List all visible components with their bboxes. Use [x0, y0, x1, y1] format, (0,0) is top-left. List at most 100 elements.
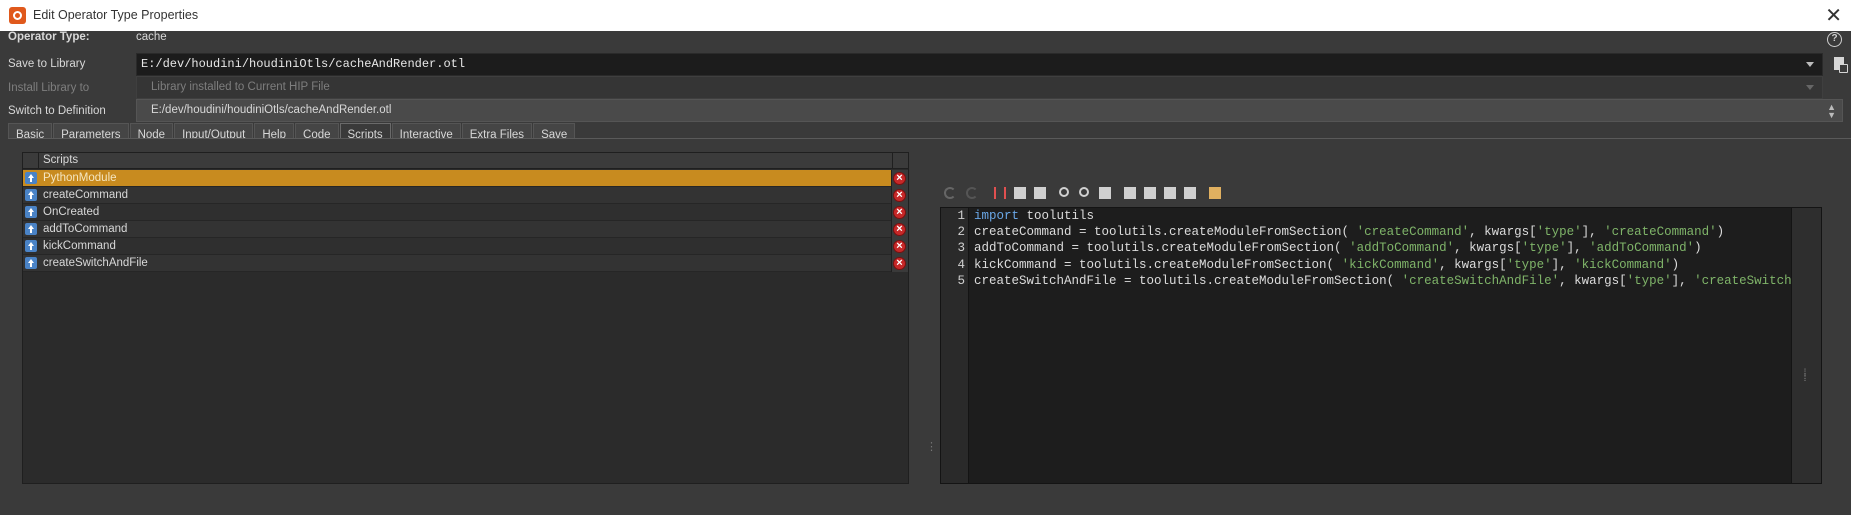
switch-definition-value: E:/dev/houdini/houdiniOtls/cacheAndRende…: [151, 104, 392, 116]
up-arrow-icon: [25, 189, 37, 201]
find-replace-icon[interactable]: [1075, 183, 1095, 203]
line-number: 3: [957, 241, 965, 256]
code-text: , kwargs[: [1559, 273, 1627, 288]
line-number-gutter: 1 2345: [941, 208, 969, 483]
delete-script-icon[interactable]: ×: [893, 189, 906, 202]
scripts-list[interactable]: Scripts PythonModule × createCommand × OnCre…: [22, 152, 909, 484]
code-text: ],: [1671, 273, 1695, 288]
code-editor[interactable]: 1 2345 import toolutils createCommand = to…: [940, 207, 1822, 484]
code-line[interactable]: import toolutils: [974, 209, 1094, 223]
indent-icon[interactable]: [1095, 183, 1115, 203]
delete-script-icon[interactable]: ×: [893, 257, 906, 270]
line-number: 4: [957, 257, 965, 272]
script-name: addToCommand: [43, 223, 128, 235]
updown-arrows-icon: ▲ ▼: [1827, 102, 1836, 120]
chevron-down-icon: [1806, 85, 1814, 90]
code-line[interactable]: createCommand = toolutils.createModuleFr…: [974, 225, 1724, 239]
import-icon[interactable]: [1120, 183, 1140, 203]
paste-icon[interactable]: [1030, 183, 1050, 203]
operator-type-row: Operator Type: cache ?: [0, 31, 1851, 55]
script-name: createCommand: [43, 189, 129, 201]
code-text: toolutils: [1019, 209, 1095, 223]
redo-icon[interactable]: [962, 183, 982, 203]
code-string: 'type': [1521, 241, 1567, 256]
chevron-down-icon[interactable]: [1806, 62, 1814, 67]
scripts-header-label: Scripts: [43, 154, 79, 166]
up-arrow-icon: [25, 257, 37, 269]
install-library-label: Install Library to: [8, 82, 90, 94]
find-icon[interactable]: [1055, 183, 1075, 203]
script-row[interactable]: kickCommand ×: [23, 238, 908, 255]
script-row[interactable]: createSwitchAndFile ×: [23, 255, 908, 272]
code-string: 'addToCommand': [1589, 241, 1695, 256]
help-icon[interactable]: ?: [1827, 32, 1842, 47]
save-to-library-label: Save to Library: [8, 58, 86, 70]
delete-script-icon[interactable]: ×: [893, 240, 906, 253]
code-string: 'type': [1536, 225, 1582, 240]
script-row[interactable]: PythonModule ×: [23, 170, 908, 187]
cut-icon[interactable]: [990, 183, 1010, 203]
up-arrow-icon: [25, 206, 37, 218]
copy-icon[interactable]: [1010, 183, 1030, 203]
undo-icon[interactable]: [940, 183, 960, 203]
save-to-library-value: E:/dev/houdini/houdiniOtls/cacheAndRende…: [141, 57, 466, 71]
editor-scrollbar[interactable]: ⁞ ⁞: [1791, 208, 1821, 483]
script-name: PythonModule: [43, 172, 117, 184]
switch-definition-label: Switch to Definition: [8, 105, 106, 117]
code-text: kickCommand = toolutils.createModuleFrom…: [974, 257, 1342, 272]
code-text: createSwitchAndFile = toolutils.createMo…: [974, 273, 1402, 288]
code-text: ],: [1581, 225, 1605, 240]
code-text: , kwargs[: [1454, 241, 1522, 256]
code-string: 'type': [1506, 257, 1552, 272]
switch-definition-select[interactable]: E:/dev/houdini/houdiniOtls/cacheAndRende…: [136, 99, 1843, 122]
install-library-value: Library installed to Current HIP File: [151, 81, 330, 93]
code-text: ],: [1566, 241, 1590, 256]
install-library-field: Library installed to Current HIP File: [136, 76, 1823, 99]
scripts-list-header: Scripts: [23, 153, 908, 169]
code-line[interactable]: createSwitchAndFile = toolutils.createMo…: [974, 274, 1792, 288]
file-chooser-icon[interactable]: [1831, 55, 1848, 73]
delete-script-icon[interactable]: ×: [893, 223, 906, 236]
edit-icon[interactable]: [1205, 183, 1225, 203]
line-number: 2: [957, 225, 965, 240]
operator-type-value: cache: [136, 31, 167, 43]
uncomment-icon[interactable]: [1180, 183, 1200, 203]
comment-icon[interactable]: [1160, 183, 1180, 203]
code-string: 'createCommand': [1604, 225, 1717, 240]
up-arrow-icon: [25, 240, 37, 252]
code-string: 'kickCommand': [1341, 257, 1440, 272]
up-arrow-icon: [25, 223, 37, 235]
code-text: ): [1671, 257, 1680, 272]
pane-splitter[interactable]: [925, 152, 937, 484]
code-line[interactable]: addToCommand = toolutils.createModuleFro…: [974, 241, 1702, 255]
delete-script-icon[interactable]: ×: [893, 206, 906, 219]
close-icon[interactable]: ✕: [1825, 3, 1842, 28]
code-keyword: import: [974, 209, 1020, 223]
save-to-library-field[interactable]: E:/dev/houdini/houdiniOtls/cacheAndRende…: [136, 53, 1823, 76]
code-text: ): [1694, 241, 1702, 256]
script-name: kickCommand: [43, 240, 116, 252]
line-number: 1: [957, 209, 965, 223]
up-arrow-icon: [25, 172, 37, 184]
houdini-logo-icon: [9, 7, 26, 24]
window-title: Edit Operator Type Properties: [33, 8, 199, 22]
code-text: ],: [1551, 257, 1575, 272]
code-text: createCommand = toolutils.createModuleFr…: [974, 225, 1357, 240]
code-text: , kwargs[: [1439, 257, 1507, 272]
code-text: addToCommand = toolutils.createModuleFro…: [974, 241, 1350, 256]
export-icon[interactable]: [1140, 183, 1160, 203]
operator-type-label: Operator Type:: [8, 31, 90, 43]
script-name: OnCreated: [43, 206, 100, 218]
delete-script-icon[interactable]: ×: [893, 172, 906, 185]
script-row[interactable]: createCommand ×: [23, 187, 908, 204]
code-string: 'createSwitchAndFile': [1401, 273, 1560, 288]
code-text: ): [1716, 225, 1725, 240]
code-line[interactable]: kickCommand = toolutils.createModuleFrom…: [974, 258, 1679, 272]
code-string: 'addToCommand': [1349, 241, 1455, 256]
title-bar: Edit Operator Type Properties ✕: [0, 0, 1851, 31]
code-text: , kwargs[: [1469, 225, 1537, 240]
code-string: 'createSwitch: [1694, 273, 1792, 288]
scroll-grip-icon[interactable]: ⁞ ⁞: [1802, 370, 1808, 385]
script-row[interactable]: OnCreated ×: [23, 204, 908, 221]
script-row[interactable]: addToCommand ×: [23, 221, 908, 238]
